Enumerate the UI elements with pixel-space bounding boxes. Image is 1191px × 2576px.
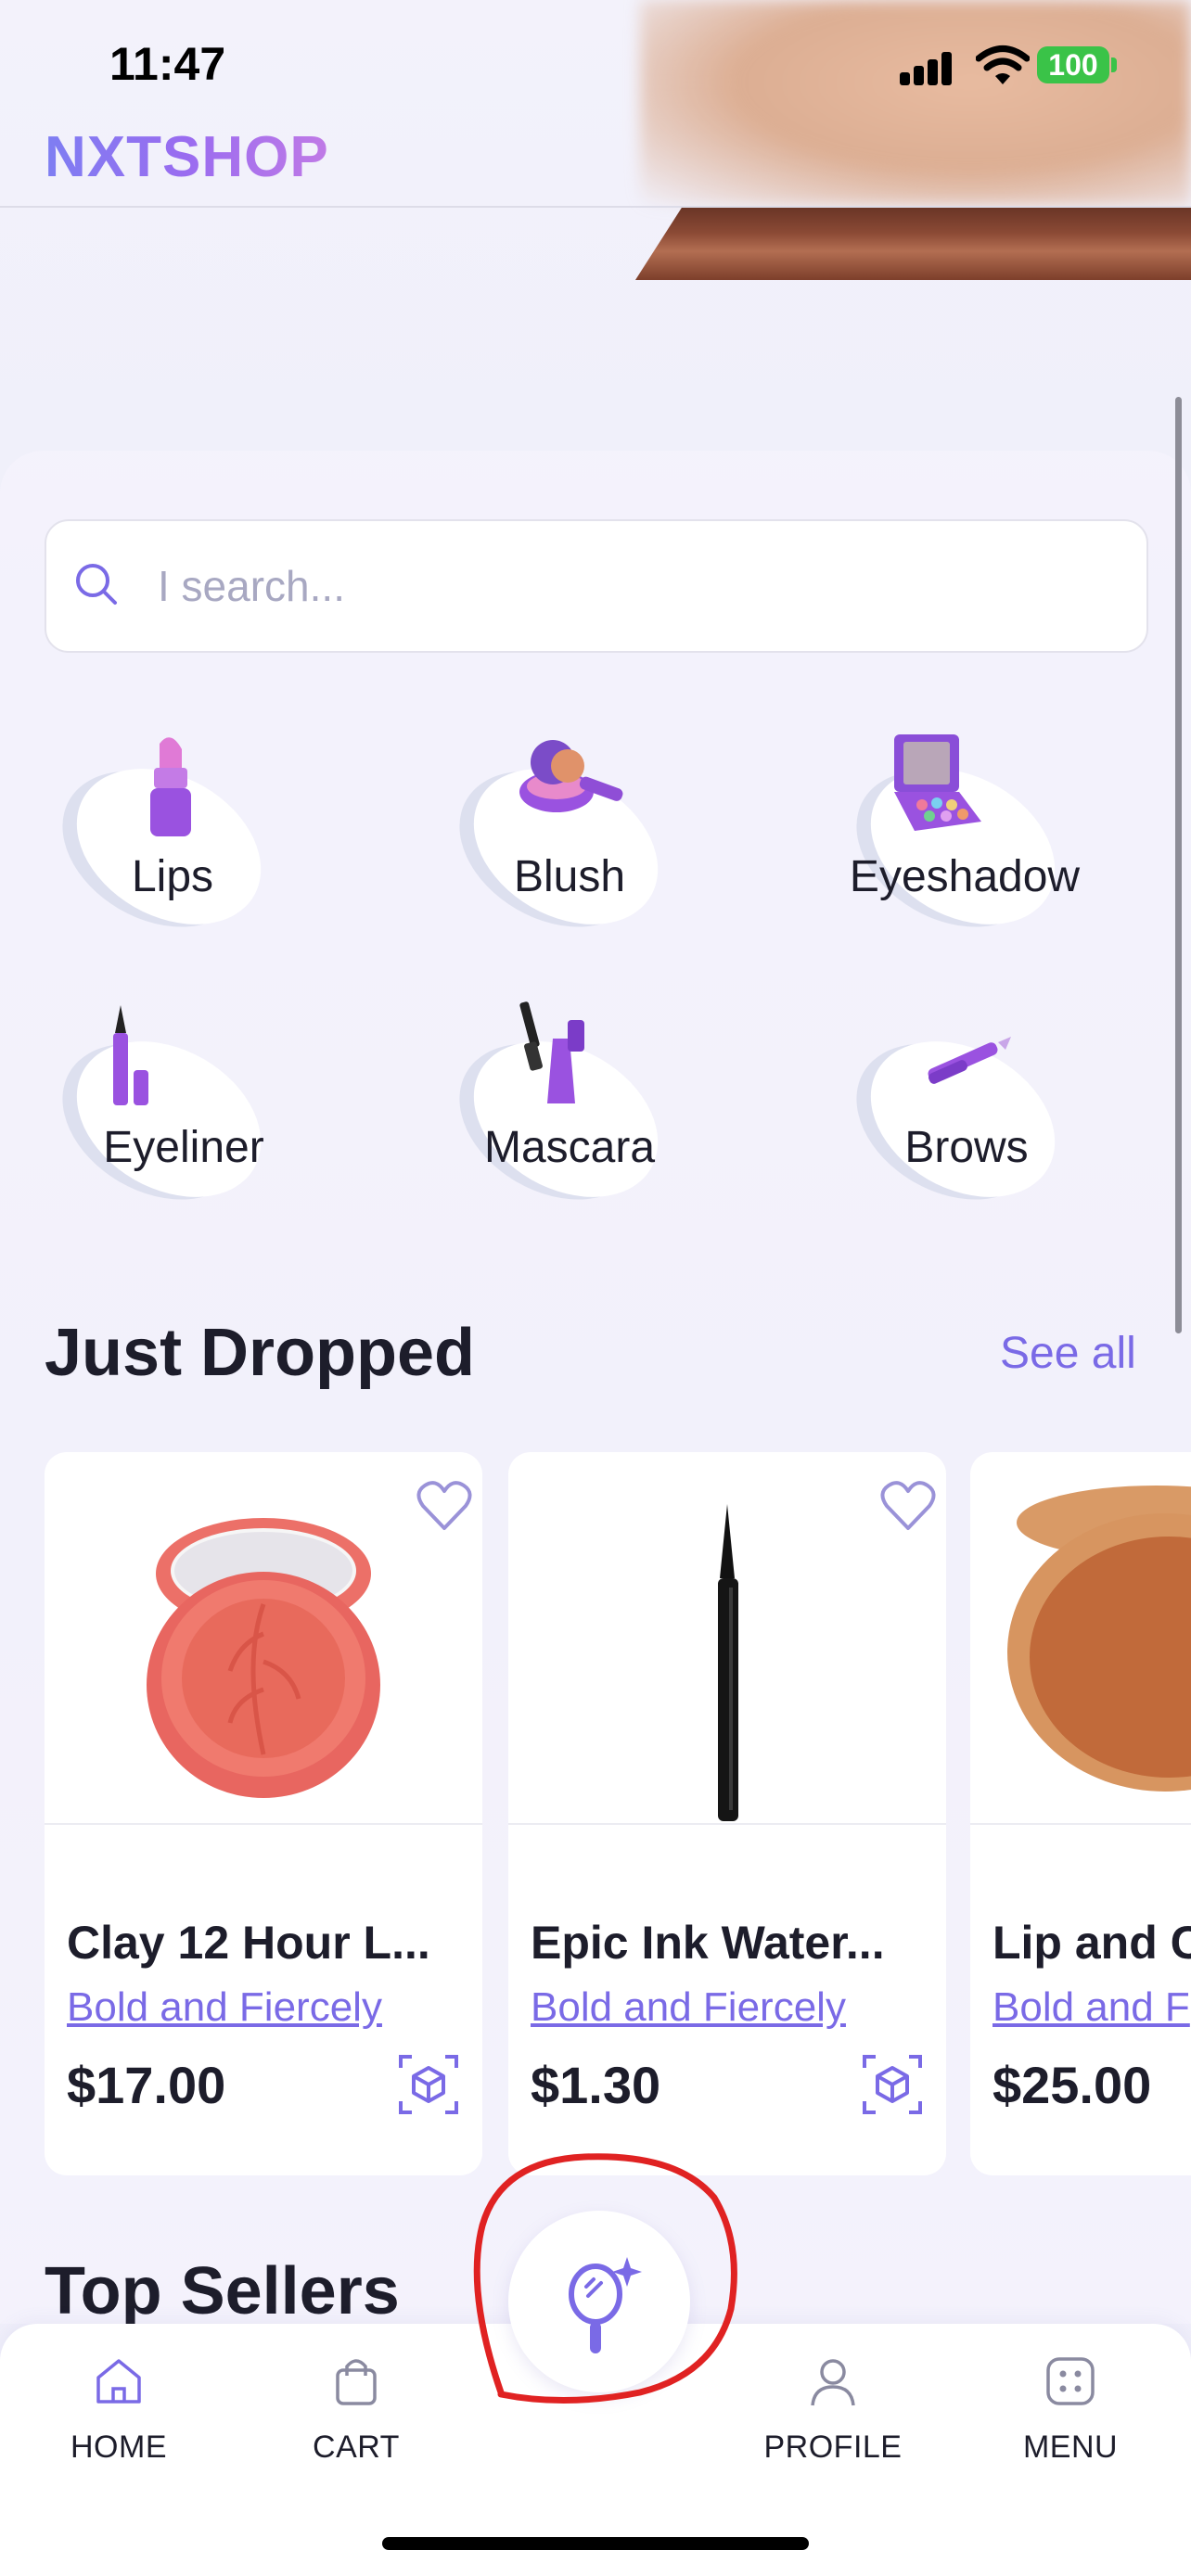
nav-label: MENU <box>1022 2429 1119 2465</box>
scrollbar[interactable] <box>1175 397 1182 1333</box>
category-label: Mascara <box>483 1123 656 1172</box>
hero-banner-image <box>640 0 1191 206</box>
product-card[interactable]: Clay 12 Hour L... Bold and Fiercely $17.… <box>45 1452 482 2175</box>
person-icon <box>811 2359 855 2406</box>
category-label: Eyeliner <box>103 1123 264 1172</box>
ar-view-icon[interactable] <box>861 2053 924 2116</box>
product-image[interactable] <box>45 1486 482 1825</box>
brand-logo[interactable]: NXTSHOP <box>45 124 329 190</box>
eyeshadow-palette-icon <box>894 734 981 831</box>
category-mascara[interactable]: Mascara <box>445 996 686 1229</box>
nav-cart[interactable]: CART <box>263 2353 449 2466</box>
category-eyeliner[interactable]: Eyeliner <box>48 996 289 1229</box>
eyeliner-pen-image <box>718 1504 738 1821</box>
category-eyeshadow[interactable]: Eyeshadow <box>842 723 1083 956</box>
product-price: $1.30 <box>531 2056 661 2114</box>
nav-menu[interactable]: MENU <box>978 2353 1163 2466</box>
nav-label: CART <box>313 2429 400 2465</box>
product-price: $25.00 <box>992 2056 1152 2114</box>
mascara-icon <box>519 1001 584 1103</box>
header-divider <box>0 206 1191 208</box>
bag-icon <box>336 2359 377 2405</box>
product-image[interactable] <box>508 1486 946 1825</box>
product-price: $17.00 <box>67 2056 226 2114</box>
nav-home[interactable]: HOME <box>26 2353 211 2466</box>
eyeliner-icon <box>113 1005 148 1105</box>
product-brand-link[interactable]: Bold and Fiercely <box>67 1984 382 2031</box>
product-brand-link[interactable]: Bold and F <box>992 1984 1190 2031</box>
home-indicator <box>382 2537 809 2550</box>
category-lips[interactable]: Lips <box>48 723 289 956</box>
grid-dots-icon <box>1046 2357 1095 2405</box>
category-label: Blush <box>513 852 626 901</box>
category-label: Eyeshadow <box>849 852 1081 901</box>
nav-label: HOME <box>70 2429 167 2465</box>
ar-view-icon[interactable] <box>397 2053 460 2116</box>
nav-profile[interactable]: PROFILE <box>740 2353 926 2466</box>
search-input[interactable] <box>158 553 1067 619</box>
product-image[interactable] <box>970 1486 1191 1825</box>
cellular-signal-icon <box>900 52 952 85</box>
home-icon <box>96 2359 141 2404</box>
category-blush[interactable]: Blush <box>445 723 686 956</box>
status-time: 11:47 <box>109 38 226 90</box>
category-backdrop <box>48 1010 289 1229</box>
heart-icon[interactable] <box>879 1480 937 1532</box>
product-name: Lip and C <box>992 1917 1191 1969</box>
lip-cheek-compact-image <box>1007 1486 1191 1792</box>
product-name: Clay 12 Hour L... <box>67 1917 430 1969</box>
blush-compact-image <box>147 1518 380 1798</box>
heart-icon[interactable] <box>416 1480 473 1532</box>
search-icon <box>76 564 117 605</box>
brow-pencil-icon <box>928 1037 1011 1084</box>
category-brows[interactable]: Brows <box>842 996 1083 1229</box>
see-all-link[interactable]: See all <box>1000 1328 1136 1379</box>
category-label: Lips <box>131 852 214 901</box>
blush-icon <box>519 740 623 812</box>
section-title-top-sellers: Top Sellers <box>45 2254 400 2328</box>
red-circle-annotation <box>473 2153 737 2404</box>
battery-indicator: 100 <box>1037 46 1109 83</box>
product-name: Epic Ink Water... <box>531 1917 885 1969</box>
category-label: Brows <box>904 1123 1029 1172</box>
product-brand-link[interactable]: Bold and Fiercely <box>531 1984 846 2031</box>
wifi-icon <box>976 45 1030 84</box>
lipstick-icon <box>150 737 191 836</box>
battery-tip <box>1111 57 1117 72</box>
nav-label: PROFILE <box>763 2429 903 2465</box>
section-title-just-dropped: Just Dropped <box>45 1316 476 1390</box>
product-card[interactable]: Epic Ink Water... Bold and Fiercely $1.3… <box>508 1452 946 2175</box>
product-card[interactable]: Lip and C Bold and F $25.00 <box>970 1452 1191 2175</box>
hero-image-strip <box>634 208 1191 280</box>
